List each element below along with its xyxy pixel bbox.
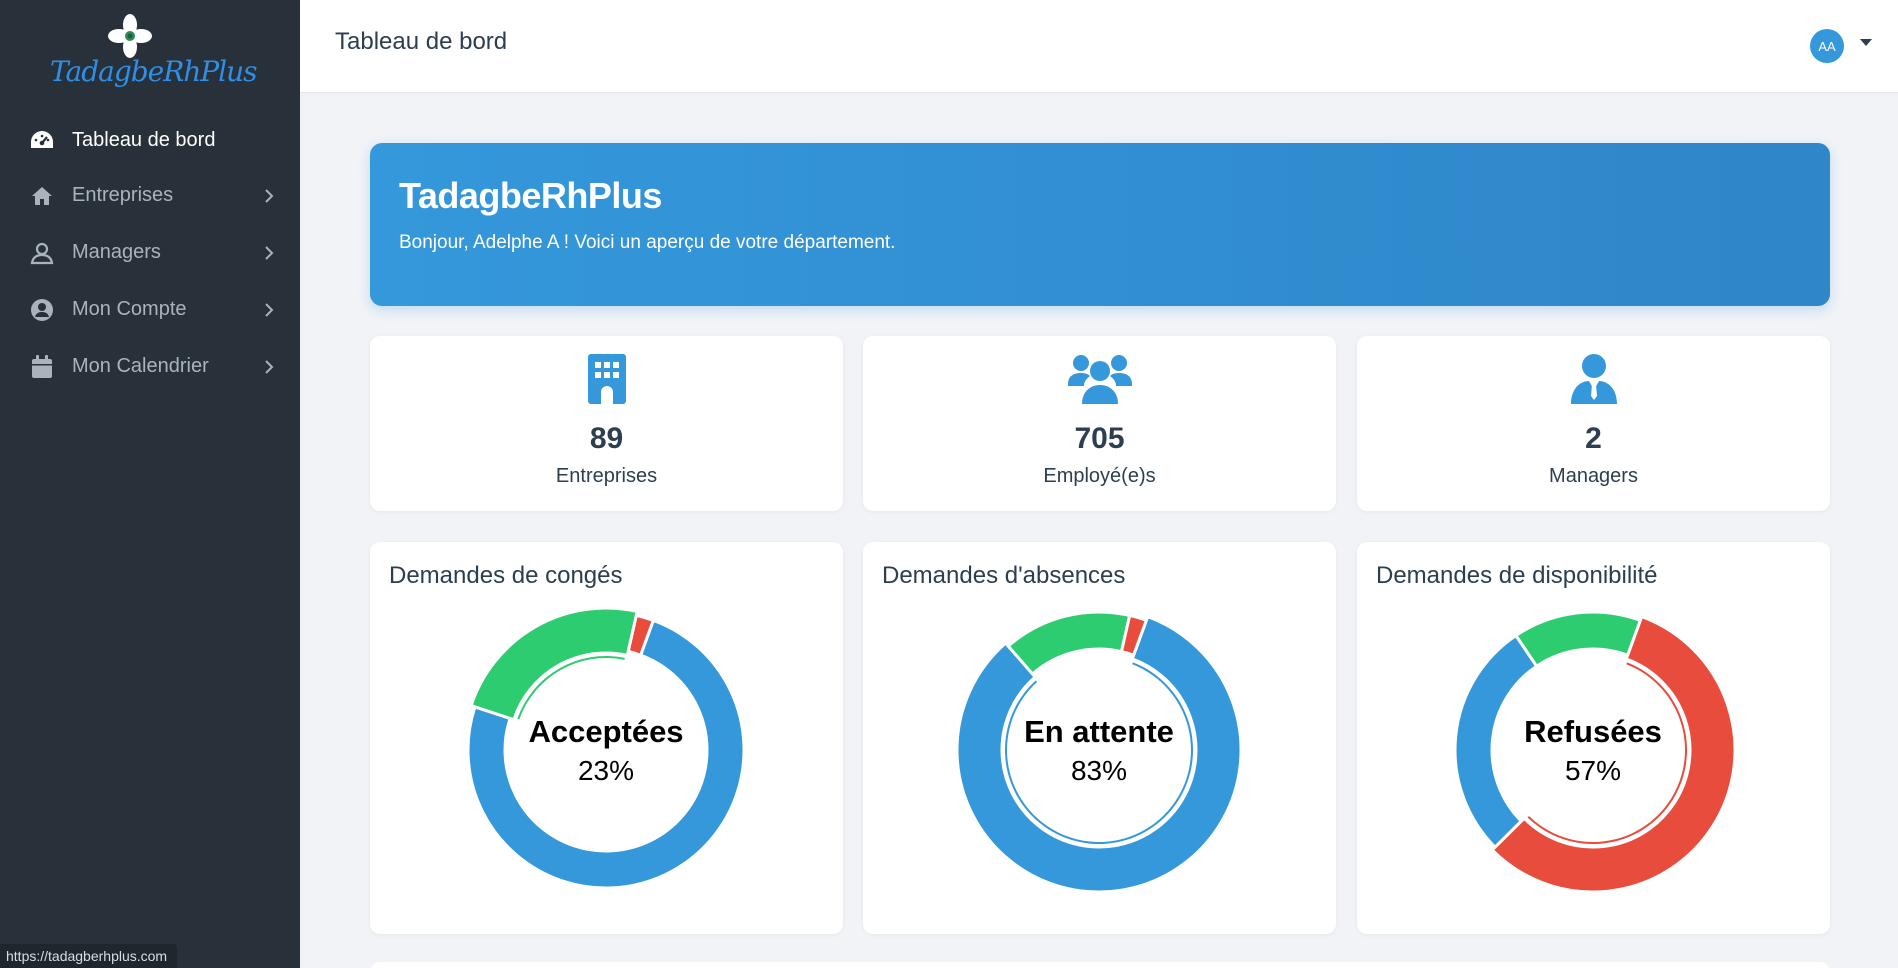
chart-card-conges: Demandes de congés Acceptées 23%: [370, 542, 843, 934]
stat-card-managers: 2 Managers: [1357, 336, 1830, 511]
sidebar-nav: Tableau de bord Entreprises Managers Mon…: [0, 113, 300, 395]
chart-title: Demandes de congés: [389, 562, 623, 589]
sidebar-item-label: Managers: [72, 241, 161, 263]
sidebar-item-label: Mon Compte: [72, 298, 187, 320]
user-avatar[interactable]: AA: [1810, 29, 1844, 63]
stat-value: 89: [589, 422, 624, 455]
user-tie-icon: [1357, 354, 1830, 404]
chart-card-disponibilite: Demandes de disponibilité Refusées 57%: [1357, 542, 1830, 934]
chart-title: Demandes d'absences: [882, 562, 1126, 589]
stat-card-entreprises: 89 Entreprises: [370, 336, 843, 511]
sidebar: TadagbeRhPlus Tableau de bord Entreprise…: [0, 0, 300, 968]
donut-center-label: Acceptées: [528, 714, 683, 749]
gauge-icon: [28, 126, 56, 154]
calendar-icon: [28, 353, 56, 381]
donut-hover-ring: [1005, 662, 1193, 844]
user-outline-icon: [28, 239, 56, 267]
welcome-banner: TadagbeRhPlus Bonjour, Adelphe A ! Voici…: [370, 143, 1830, 306]
donut-slice[interactable]: [1513, 610, 1643, 669]
sidebar-item-mon-compte[interactable]: Mon Compte: [0, 281, 300, 338]
stat-label: Entreprises: [555, 465, 658, 487]
sidebar-item-managers[interactable]: Managers: [0, 224, 300, 281]
home-icon: [28, 182, 56, 210]
chevron-right-icon: [264, 245, 300, 260]
page-title: Tableau de bord: [335, 28, 508, 55]
donut-center-value: 23%: [578, 755, 634, 786]
donut-center-label: En attente: [1024, 714, 1174, 749]
stat-card-employes: 705 Employé(e)s: [863, 336, 1336, 511]
app-logo[interactable]: TadagbeRhPlus: [50, 12, 258, 92]
chevron-right-icon: [264, 359, 300, 374]
chevron-right-icon: [264, 302, 300, 317]
chevron-right-icon: [264, 188, 300, 203]
banner-subtitle: Bonjour, Adelphe A ! Voici un aperçu de …: [399, 232, 896, 253]
user-circle-icon: [28, 296, 56, 324]
logo-text: TadagbeRhPlus: [50, 55, 258, 88]
donut-center-label: Refusées: [1524, 714, 1662, 749]
sidebar-item-mon-calendrier[interactable]: Mon Calendrier: [0, 338, 300, 395]
stat-label: Managers: [1549, 465, 1638, 487]
building-icon: [370, 354, 843, 404]
caret-down-icon[interactable]: [1860, 39, 1872, 46]
next-section-card: [370, 962, 1830, 968]
stat-value: 2: [1585, 422, 1602, 455]
top-header: Tableau de bord AA: [300, 0, 1898, 93]
chart-title: Demandes de disponibilité: [1376, 562, 1658, 589]
donut-chart-conges[interactable]: Acceptées 23%: [370, 597, 843, 934]
sidebar-item-label: Tableau de bord: [72, 128, 216, 151]
stat-label: Employé(e)s: [1043, 465, 1156, 487]
donut-center-value: 83%: [1071, 755, 1127, 786]
users-icon: [863, 354, 1336, 404]
chart-card-absences: Demandes d'absences En attente 83%: [863, 542, 1336, 934]
sidebar-item-label: Mon Calendrier: [72, 355, 209, 377]
sidebar-item-tableau-de-bord[interactable]: Tableau de bord: [0, 113, 300, 167]
donut-slice[interactable]: [1006, 610, 1132, 677]
donut-chart-absences[interactable]: En attente 83%: [863, 597, 1336, 934]
status-bar-url: https://tadagberhplus.com: [0, 944, 178, 968]
banner-title: TadagbeRhPlus: [399, 175, 662, 216]
donut-center-value: 57%: [1565, 755, 1621, 786]
sidebar-item-entreprises[interactable]: Entreprises: [0, 167, 300, 224]
stat-value: 705: [1074, 422, 1125, 455]
donut-slice[interactable]: [469, 606, 640, 722]
sidebar-item-label: Entreprises: [72, 184, 174, 206]
donut-chart-disponibilite[interactable]: Refusées 57%: [1357, 597, 1830, 934]
